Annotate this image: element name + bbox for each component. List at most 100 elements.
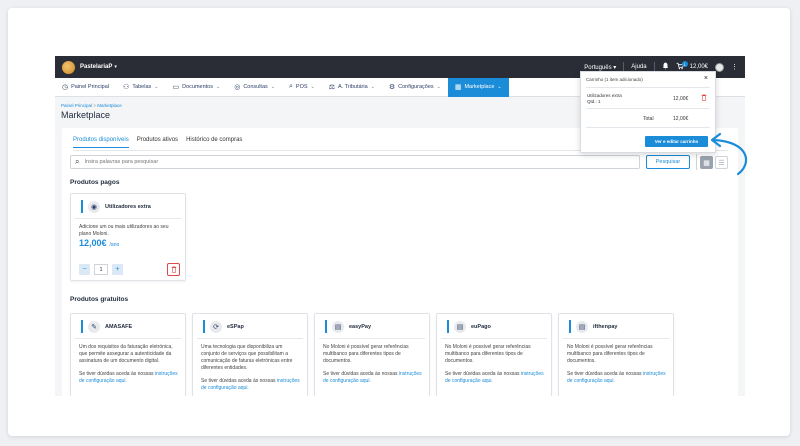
grid-icon: ▦ — [454, 84, 462, 91]
card-accent-bar — [81, 320, 83, 333]
nav-item-tabelas[interactable]: ⚇ Tabelas ⌄ — [116, 78, 165, 97]
chevron-down-icon: ▾ — [114, 64, 117, 70]
tab-bar: Produtos disponíveis Produtos ativos His… — [73, 137, 242, 148]
nav-item-marketplace[interactable]: ▦ Marketplace ⌄ — [447, 77, 509, 97]
product-help: Se tiver dúvidas aceda às nossas instruç… — [437, 365, 551, 385]
search-button[interactable]: Pesquisar — [646, 155, 690, 169]
annotation-arrow-icon — [710, 132, 748, 176]
breadcrumb-current: Marketplace — [97, 103, 122, 108]
nav-label: Painel Principal — [71, 84, 110, 90]
nav-item-a-tributaria[interactable]: ⚖ A. Tributária ⌄ — [322, 78, 382, 97]
chevron-down-icon: ⌄ — [370, 84, 375, 90]
close-icon[interactable]: × — [704, 75, 708, 82]
product-help: Se tiver dúvidas aceda às nossas instruç… — [559, 365, 673, 385]
breadcrumb-separator: > — [93, 103, 96, 108]
nav-item-consultas[interactable]: ◎ Consultas ⌄ — [227, 78, 282, 97]
product-help: Se tiver dúvidas aceda às nossas instruç… — [71, 365, 185, 385]
product-name: Utilizadores extra — [105, 203, 151, 210]
quantity-stepper: − 1 + — [79, 264, 123, 275]
help-text: Se tiver dúvidas aceda às nossas — [445, 371, 521, 377]
view-edit-cart-button[interactable]: Ver e editar carrinho — [645, 136, 708, 147]
divider — [696, 154, 697, 170]
quantity-field[interactable]: 1 — [94, 264, 108, 275]
document-icon: ▭ — [172, 84, 180, 91]
nav-item-painel-principal[interactable]: ◷ Painel Principal — [55, 78, 116, 97]
card-accent-bar — [81, 200, 83, 213]
chevron-down-icon: ⌄ — [497, 84, 502, 90]
nav-label: Configurações — [398, 84, 434, 90]
marketplace-content: Produtos disponíveis Produtos ativos His… — [62, 128, 738, 396]
nav-item-documentos[interactable]: ▭ Documentos ⌄ — [165, 78, 227, 97]
product-description: No Moloni é possível gerar referências m… — [445, 344, 531, 364]
card-header: ▤ easyPay — [319, 314, 425, 339]
language-selector[interactable]: Português ▾ — [584, 64, 616, 71]
home-icon: ◷ — [62, 84, 69, 91]
chevron-down-icon: ⌄ — [216, 84, 221, 90]
product-description: Um dos requisitos da faturação eletrónic… — [79, 344, 173, 364]
product-description: No Moloni é possível gerar referências m… — [323, 344, 409, 364]
card-accent-bar — [325, 320, 327, 333]
divider — [586, 108, 710, 109]
cart-count-badge: 1 — [681, 61, 688, 67]
company-logo — [62, 60, 75, 74]
company-selector[interactable]: PastelariaP ▾ — [62, 60, 117, 74]
price-row: 12,00€ /ano — [71, 238, 185, 248]
card-header: ⟳ eSPap — [197, 314, 303, 339]
help-text: Se tiver dúvidas aceda às nossas — [201, 378, 277, 384]
gear-icon: ⚙ — [388, 84, 396, 91]
signature-icon: ✎ — [88, 320, 100, 333]
nav-label: Documentos — [182, 84, 213, 90]
nav-label: Marketplace — [464, 84, 495, 90]
sync-icon: ⟳ — [210, 320, 222, 333]
chevron-down-icon: ⌄ — [154, 84, 159, 90]
breadcrumb: Painel Principal > Marketplace — [61, 103, 122, 108]
help-text: Se tiver dúvidas aceda às nossas — [323, 371, 399, 377]
card-accent-bar — [569, 320, 571, 333]
product-name: euPago — [471, 323, 491, 330]
nav-item-pos[interactable]: ⌕ POS ⌄ — [282, 78, 322, 97]
card-accent-bar — [447, 320, 449, 333]
chevron-down-icon: ⌄ — [310, 84, 315, 90]
help-text: Se tiver dúvidas aceda às nossas — [79, 371, 155, 377]
search-input[interactable] — [84, 159, 605, 165]
card-header: ▤ ifthenpay — [563, 314, 669, 339]
product-name: ifthenpay — [593, 323, 618, 330]
nav-item-configuracoes[interactable]: ⚙ Configurações ⌄ — [382, 78, 448, 97]
card-header: ◉ Utilizadores extra — [75, 194, 181, 219]
divider — [586, 127, 710, 128]
user-icon: ◉ — [88, 200, 100, 213]
trash-icon[interactable] — [167, 263, 180, 276]
multibanco-icon: ▤ — [576, 320, 588, 333]
nav-label: POS — [295, 84, 308, 90]
product-card-espap[interactable]: ⟳ eSPap Uma tecnologia que disponibiliza… — [192, 313, 308, 396]
product-card-amasafe[interactable]: ✎ AMASAFE Um dos requisitos da faturação… — [70, 313, 186, 396]
search-icon: ⌕ — [75, 157, 80, 166]
cart-item: Utilizadores extra Qtd.: 1 — [587, 93, 622, 105]
product-description: Uma tecnologia que disponibiliza um conj… — [201, 344, 293, 371]
tab-produtos-disponiveis[interactable]: Produtos disponíveis — [73, 137, 129, 148]
increase-quantity-button[interactable]: + — [112, 264, 123, 275]
help-link[interactable]: Ajuda — [631, 64, 646, 70]
tab-historico-compras[interactable]: Histórico de compras — [186, 137, 242, 148]
product-price: 12,00€ — [79, 238, 107, 248]
nav-label: Tabelas — [132, 84, 152, 90]
price-unit: /ano — [109, 242, 120, 248]
product-card-easypay[interactable]: ▤ easyPay No Moloni é possível gerar ref… — [314, 313, 430, 396]
kebab-menu-icon[interactable]: ⋮ — [731, 63, 738, 71]
cart-item-qty: Qtd.: 1 — [587, 99, 601, 104]
product-card-ifthenpay[interactable]: ▤ ifthenpay No Moloni é possível gerar r… — [558, 313, 674, 396]
help-text: Se tiver dúvidas aceda às nossas — [567, 371, 643, 377]
page-title: Marketplace — [61, 110, 111, 120]
decrease-quantity-button[interactable]: − — [79, 264, 90, 275]
breadcrumb-home[interactable]: Painel Principal — [61, 103, 92, 108]
company-name: PastelariaP — [80, 64, 113, 70]
chat-icon: ◎ — [234, 84, 241, 91]
card-header: ▤ euPago — [441, 314, 547, 339]
avatar[interactable] — [715, 62, 724, 72]
trash-icon[interactable] — [701, 94, 707, 103]
tab-produtos-ativos[interactable]: Produtos ativos — [137, 137, 178, 148]
product-card-eupago[interactable]: ▤ euPago No Moloni é possível gerar refe… — [436, 313, 552, 396]
cart-total: 12,00€ — [689, 64, 708, 70]
multibanco-icon: ▤ — [332, 320, 344, 333]
product-card-utilizadores-extra[interactable]: ◉ Utilizadores extra Adicione um ou mais… — [70, 193, 186, 281]
